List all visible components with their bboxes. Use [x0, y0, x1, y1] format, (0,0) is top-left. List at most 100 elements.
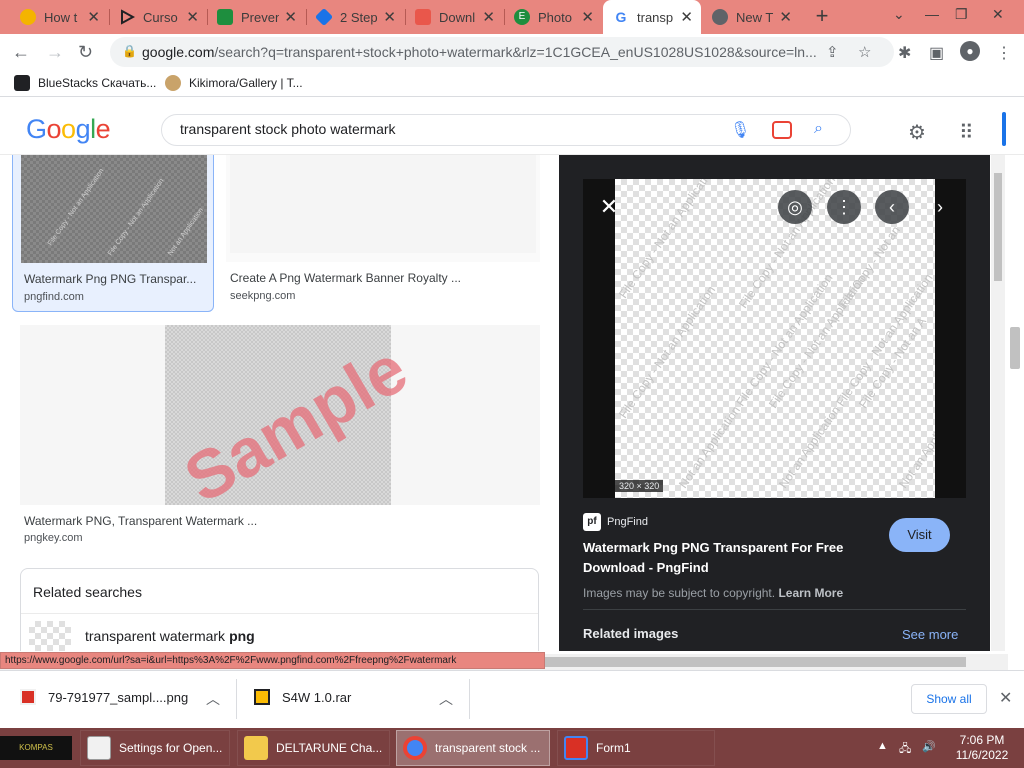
- scrollbar-thumb[interactable]: [1010, 327, 1020, 369]
- result-thumbnail[interactable]: Sample: [20, 325, 540, 505]
- tab-google-search[interactable]: G transp ✕: [603, 0, 701, 34]
- search-icon[interactable]: ⌕: [814, 120, 823, 138]
- sign-in-indicator[interactable]: [1002, 112, 1006, 146]
- result-title[interactable]: Create A Png Watermark Banner Royalty ..…: [230, 271, 530, 285]
- result-source[interactable]: pngfind.com: [24, 291, 84, 303]
- close-icon[interactable]: ✕: [186, 8, 199, 26]
- window-scrollbar[interactable]: [1008, 155, 1024, 651]
- start-button[interactable]: KOMPAS: [0, 736, 72, 760]
- result-thumbnail[interactable]: [226, 155, 540, 262]
- preview-image[interactable]: File Copy - Not an Application File Copy…: [615, 179, 935, 498]
- side-panel-icon[interactable]: ▣: [929, 43, 944, 63]
- result-card-selected[interactable]: File Copy - Not an Application File Copy…: [12, 155, 214, 312]
- bookmark-bluestacks[interactable]: BlueStacks Скачать...: [14, 75, 156, 91]
- apps-grid-icon[interactable]: ⠿: [959, 120, 974, 145]
- tab-photo[interactable]: E Photo ✕: [504, 0, 602, 34]
- kebab-menu-icon[interactable]: ⋮: [996, 43, 1012, 63]
- more-options-icon[interactable]: ⋮: [827, 190, 861, 224]
- close-icon[interactable]: ✕: [999, 688, 1012, 708]
- close-icon[interactable]: ✕: [680, 8, 693, 26]
- tab-prevent[interactable]: Preven ✕: [207, 0, 305, 34]
- camera-lens-icon[interactable]: [772, 121, 792, 139]
- tab-label: 2 Step: [340, 10, 378, 25]
- lens-search-icon[interactable]: ◎: [778, 190, 812, 224]
- show-all-button[interactable]: Show all: [911, 684, 987, 714]
- result-thumbnail[interactable]: File Copy - Not an Application File Copy…: [21, 155, 207, 263]
- volume-icon[interactable]: 🔊: [922, 740, 936, 753]
- source-name: PngFind: [607, 516, 648, 528]
- download-item[interactable]: S4W 1.0.rar: [254, 689, 351, 705]
- google-logo[interactable]: Google: [26, 114, 111, 145]
- gear-icon[interactable]: ⚙: [908, 120, 926, 145]
- address-bar[interactable]: 🔒 google.com/search?q=transparent+stock+…: [110, 37, 894, 67]
- result-card[interactable]: Sample Watermark PNG, Transparent Waterm…: [20, 325, 540, 550]
- close-icon[interactable]: ✕: [87, 8, 100, 26]
- windows-taskbar: KOMPAS Settings for Open... DELTARUNE Ch…: [0, 728, 1024, 768]
- close-icon[interactable]: ✕: [284, 8, 297, 26]
- taskbar-item[interactable]: DELTARUNE Cha...: [237, 730, 390, 766]
- preview-source[interactable]: pf PngFind: [583, 513, 648, 531]
- divider: [21, 613, 538, 614]
- taskbar-item[interactable]: Settings for Open...: [80, 730, 230, 766]
- image-preview-panel: File Copy - Not an Application File Copy…: [559, 155, 990, 651]
- chevron-down-icon[interactable]: ⌄: [893, 6, 905, 23]
- microphone-icon[interactable]: 🎙: [730, 120, 750, 140]
- new-tab-button[interactable]: +: [811, 5, 833, 27]
- related-search-item[interactable]: transparent watermark png: [29, 621, 255, 651]
- tab-2-step[interactable]: 2 Step ✕: [306, 0, 404, 34]
- preview-title[interactable]: Watermark Png PNG Transparent For Free D…: [583, 538, 883, 578]
- result-title[interactable]: Watermark PNG, Transparent Watermark ...: [24, 514, 324, 528]
- visit-button[interactable]: Visit: [889, 518, 950, 552]
- tab-cursor[interactable]: Curso ✕: [109, 0, 207, 34]
- result-source[interactable]: pngkey.com: [24, 532, 83, 544]
- close-icon[interactable]: ✕: [482, 8, 495, 26]
- close-window-icon[interactable]: ✕: [992, 6, 1004, 23]
- search-input[interactable]: [180, 121, 700, 137]
- bookmark-label: BlueStacks Скачать...: [38, 76, 157, 90]
- scrollbar-thumb[interactable]: [994, 173, 1002, 281]
- reload-icon[interactable]: ↻: [78, 42, 93, 63]
- result-source[interactable]: seekpng.com: [230, 290, 295, 302]
- link-status-url: https://www.google.com/url?sa=i&url=http…: [0, 652, 545, 669]
- bookmark-kikimora[interactable]: Kikimora/Gallery | T...: [165, 75, 303, 91]
- close-icon[interactable]: ✕: [592, 190, 626, 224]
- tab-new-tab[interactable]: New T ✕: [702, 0, 800, 34]
- star-icon[interactable]: ☆: [858, 43, 871, 61]
- tray-expand-icon[interactable]: ▲: [877, 740, 888, 752]
- page-scrollbar[interactable]: [991, 155, 1005, 651]
- back-arrow-icon[interactable]: ←: [12, 42, 30, 63]
- forward-arrow-icon[interactable]: →: [46, 42, 64, 63]
- result-title[interactable]: Watermark Png PNG Transpar...: [24, 272, 204, 286]
- tab-download[interactable]: Downl ✕: [405, 0, 503, 34]
- close-icon[interactable]: ✕: [779, 8, 792, 26]
- taskbar-item-active[interactable]: transparent stock ...: [396, 730, 550, 766]
- download-item[interactable]: 79-791977_sampl....png: [20, 689, 188, 705]
- chevron-up-icon[interactable]: ︿: [206, 689, 220, 709]
- bookmarks-bar: BlueStacks Скачать... Kikimora/Gallery |…: [0, 70, 1024, 97]
- extensions-puzzle-icon[interactable]: ✱: [898, 43, 911, 63]
- system-clock[interactable]: 7:06 PM 11/6/2022: [948, 733, 1016, 763]
- see-more-link[interactable]: See more: [902, 627, 958, 642]
- search-box[interactable]: 🎙 ⌕: [161, 114, 851, 146]
- logo-letter: o: [46, 114, 62, 144]
- chevron-up-icon[interactable]: ︿: [439, 689, 453, 709]
- learn-more-link[interactable]: Learn More: [778, 586, 843, 600]
- chrome-icon: [403, 736, 427, 760]
- rar-file-icon: [254, 689, 270, 705]
- close-icon[interactable]: ✕: [581, 8, 594, 26]
- profile-avatar-icon[interactable]: ●: [960, 41, 980, 61]
- network-icon[interactable]: 🖧: [899, 740, 911, 759]
- restore-icon[interactable]: ❐: [955, 6, 968, 23]
- previous-arrow-icon[interactable]: ‹: [875, 190, 909, 224]
- close-icon[interactable]: ✕: [383, 8, 396, 26]
- emoji-face-icon: [20, 9, 36, 25]
- minimize-icon[interactable]: —: [925, 6, 939, 22]
- taskbar-item[interactable]: Form1: [557, 730, 715, 766]
- url-host: google.com: [142, 44, 215, 60]
- next-arrow-icon[interactable]: ›: [923, 190, 957, 224]
- share-icon[interactable]: ⇪: [826, 43, 839, 61]
- tab-how-to[interactable]: How t ✕: [10, 0, 108, 34]
- tab-label: Preven: [241, 10, 279, 25]
- result-card[interactable]: Create A Png Watermark Banner Royalty ..…: [226, 155, 540, 305]
- google-g-icon: G: [613, 9, 629, 25]
